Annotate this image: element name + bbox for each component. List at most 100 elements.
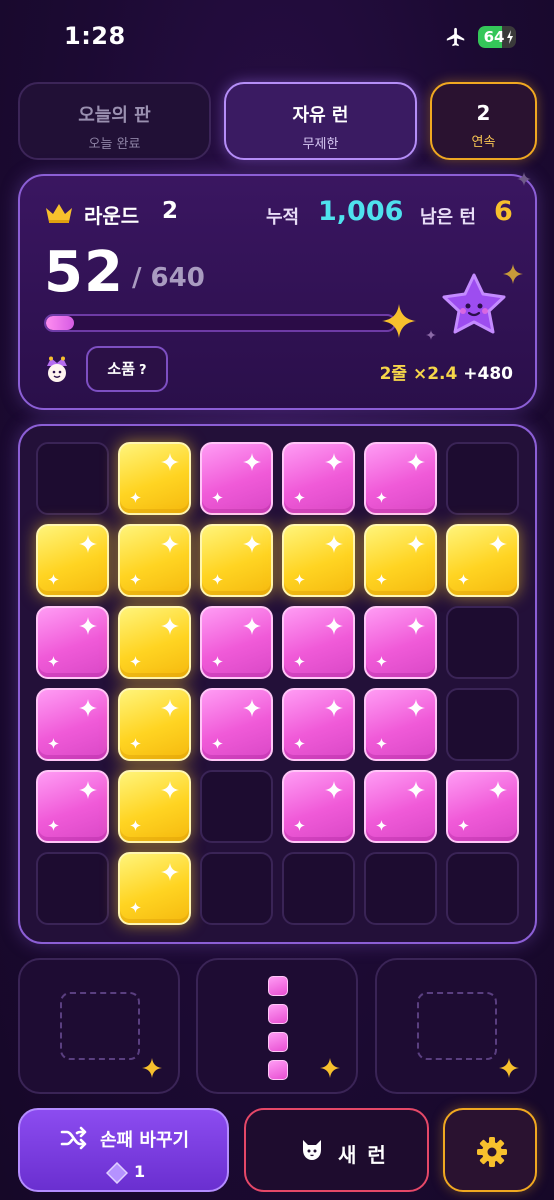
- sparkle-icon: [376, 738, 387, 749]
- sparkle-icon: [376, 574, 387, 585]
- board-block-yellow[interactable]: [446, 524, 519, 597]
- sparkle-icon: [243, 453, 261, 471]
- round-number: 2: [162, 198, 179, 224]
- sparkle-icon: [130, 820, 141, 831]
- board-block-pink[interactable]: [364, 688, 437, 761]
- sparkle-icon: [294, 656, 305, 667]
- shuffle-hand-button[interactable]: 손패 바꾸기 1: [18, 1108, 229, 1192]
- board-cell-empty[interactable]: [364, 852, 437, 925]
- board-block-pink[interactable]: [200, 688, 273, 761]
- board-block-yellow[interactable]: [118, 442, 191, 515]
- empty-slot-placeholder: [417, 992, 497, 1060]
- board-block-yellow[interactable]: [118, 524, 191, 597]
- board-block-pink[interactable]: [36, 606, 109, 679]
- board-block-pink[interactable]: [282, 606, 355, 679]
- new-run-button[interactable]: 새 런: [244, 1108, 429, 1192]
- sparkle-icon: [517, 172, 531, 186]
- piece-block[interactable]: [268, 1004, 288, 1024]
- board-block-yellow[interactable]: [364, 524, 437, 597]
- sparkle-icon: [320, 1058, 340, 1078]
- tab-daily-subtitle: 오늘 완료: [88, 137, 141, 152]
- piece-block[interactable]: [268, 976, 288, 996]
- board-block-yellow[interactable]: [36, 524, 109, 597]
- board-block-yellow[interactable]: [118, 606, 191, 679]
- sparkle-icon: [130, 656, 141, 667]
- sparkle-icon: [407, 781, 425, 799]
- board-cell-empty[interactable]: [446, 852, 519, 925]
- sparkle-icon: [161, 535, 179, 553]
- sparkle-icon: [407, 535, 425, 553]
- round-label: 라운드: [84, 204, 140, 228]
- sparkle-icon: [48, 820, 59, 831]
- sparkle-icon: [161, 863, 179, 881]
- sparkle-icon: [376, 492, 387, 503]
- sparkle-icon: [325, 453, 343, 471]
- board-block-pink[interactable]: [282, 770, 355, 843]
- sparkle-icon: [161, 699, 179, 717]
- sparkle-icon: [426, 330, 436, 340]
- status-bar: 1:28 64: [0, 0, 554, 72]
- star-mascot-icon: [442, 273, 506, 334]
- board-block-pink[interactable]: [36, 770, 109, 843]
- board-block-pink[interactable]: [364, 606, 437, 679]
- tab-free-run-subtitle: 무제한: [302, 137, 339, 152]
- board-block-pink[interactable]: [282, 442, 355, 515]
- sparkle-icon: [212, 738, 223, 749]
- board-block-pink[interactable]: [200, 606, 273, 679]
- board-cell-empty[interactable]: [446, 442, 519, 515]
- streak-label: 연속: [471, 135, 496, 150]
- combo-multiplier: 2줄 ×2.4: [379, 364, 458, 384]
- sparkle-icon: [382, 304, 416, 338]
- board-block-yellow[interactable]: [200, 524, 273, 597]
- item-button[interactable]: 소품?: [86, 346, 168, 392]
- board-block-pink[interactable]: [364, 442, 437, 515]
- sparkle-icon: [407, 699, 425, 717]
- game-board[interactable]: [18, 424, 537, 944]
- sparkle-icon: [458, 574, 469, 585]
- status-time: 1:28: [64, 22, 126, 50]
- board-cell-empty[interactable]: [446, 688, 519, 761]
- board-block-pink[interactable]: [364, 770, 437, 843]
- total-label: 누적: [266, 207, 300, 228]
- board-block-pink[interactable]: [282, 688, 355, 761]
- board-block-yellow[interactable]: [282, 524, 355, 597]
- sparkle-icon: [325, 535, 343, 553]
- sparkle-icon: [130, 574, 141, 585]
- tab-daily[interactable]: 오늘의 판 오늘 완료: [18, 82, 211, 160]
- sparkle-icon: [161, 453, 179, 471]
- board-block-pink[interactable]: [200, 442, 273, 515]
- board-cell-empty[interactable]: [200, 852, 273, 925]
- new-run-label: 새 런: [338, 1143, 388, 1167]
- tab-streak[interactable]: 2 연속: [430, 82, 537, 160]
- sparkle-icon: [489, 781, 507, 799]
- combo-text: 2줄 ×2.4 +480: [380, 359, 513, 384]
- board-cell-empty[interactable]: [36, 442, 109, 515]
- sparkle-icon: [130, 738, 141, 749]
- board-cell-empty[interactable]: [282, 852, 355, 925]
- sparkle-icon: [79, 617, 97, 635]
- tab-daily-title: 오늘의 판: [78, 105, 151, 126]
- board-block-yellow[interactable]: [118, 852, 191, 925]
- target-score: / 640: [132, 263, 205, 293]
- board-block-pink[interactable]: [446, 770, 519, 843]
- piece-slot-2[interactable]: [196, 958, 358, 1094]
- board-block-yellow[interactable]: [118, 770, 191, 843]
- board-cell-empty[interactable]: [446, 606, 519, 679]
- tab-free-run[interactable]: 자유 런 무제한: [224, 82, 417, 160]
- sparkle-icon: [161, 781, 179, 799]
- piece-slot-1[interactable]: [18, 958, 180, 1094]
- shuffle-icon: [60, 1126, 87, 1150]
- piece-block[interactable]: [268, 1032, 288, 1052]
- board-cell-empty[interactable]: [36, 852, 109, 925]
- airplane-icon: [446, 27, 465, 47]
- board-cell-empty[interactable]: [200, 770, 273, 843]
- settings-button[interactable]: [443, 1108, 537, 1192]
- sparkle-icon: [212, 492, 223, 503]
- board-block-yellow[interactable]: [118, 688, 191, 761]
- piece-slot-3[interactable]: [375, 958, 537, 1094]
- sparkle-icon: [48, 574, 59, 585]
- board-block-pink[interactable]: [36, 688, 109, 761]
- sparkle-icon: [79, 699, 97, 717]
- piece-block[interactable]: [268, 1060, 288, 1080]
- crown-icon: [46, 204, 72, 223]
